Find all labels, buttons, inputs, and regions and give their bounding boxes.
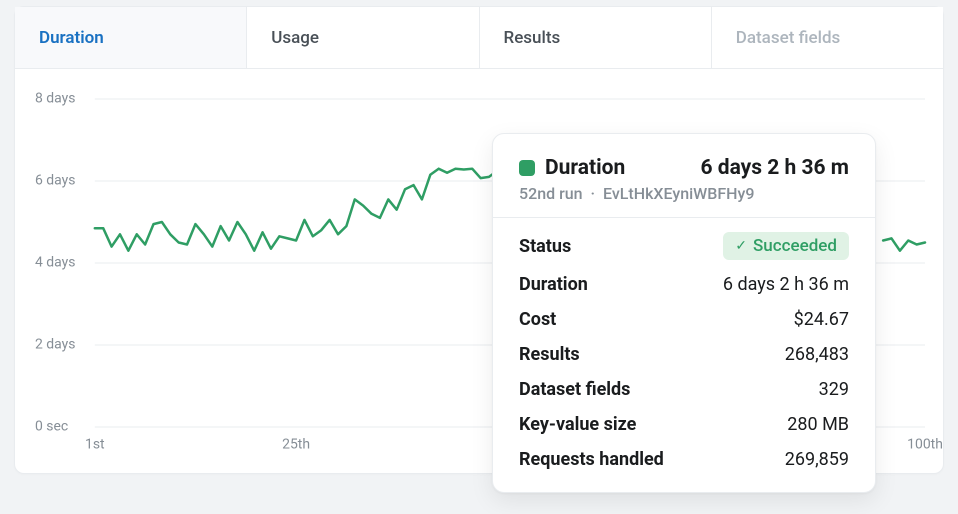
row-value: 329 <box>819 379 849 400</box>
tooltip-subtitle: 52nd run · EvLtHkXEyniWBFHy9 <box>519 184 849 203</box>
tooltip-row-dataset-fields: Dataset fields 329 <box>519 379 849 400</box>
tooltip-title: Duration <box>545 156 625 180</box>
tabs-bar: Duration Usage Results Dataset fields <box>15 7 943 69</box>
row-value: 6 days 2 h 36 m <box>723 274 849 295</box>
run-tooltip: Duration 6 days 2 h 36 m 52nd run · EvLt… <box>492 133 876 493</box>
tab-label: Duration <box>39 28 104 48</box>
tab-duration[interactable]: Duration <box>15 7 247 68</box>
row-label: Results <box>519 344 580 365</box>
row-value: 280 MB <box>787 414 849 435</box>
row-label: Cost <box>519 309 556 330</box>
row-label: Requests handled <box>519 449 664 470</box>
svg-text:100th: 100th <box>907 437 943 453</box>
svg-text:2 days: 2 days <box>35 337 75 353</box>
row-value: 268,483 <box>785 344 849 365</box>
tab-label: Results <box>504 28 561 48</box>
tooltip-row-duration: Duration 6 days 2 h 36 m <box>519 274 849 295</box>
tooltip-divider <box>493 217 875 218</box>
tooltip-header: Duration 6 days 2 h 36 m <box>519 156 849 180</box>
tooltip-row-kv-size: Key-value size 280 MB <box>519 414 849 435</box>
svg-text:8 days: 8 days <box>35 91 75 107</box>
tooltip-row-cost: Cost $24.67 <box>519 309 849 330</box>
svg-text:4 days: 4 days <box>35 255 75 271</box>
status-badge: ✓ Succeeded <box>723 232 849 260</box>
row-value: $24.67 <box>794 309 849 330</box>
svg-text:1st: 1st <box>85 437 105 453</box>
tab-results[interactable]: Results <box>480 7 712 68</box>
tooltip-run-ordinal: 52nd run <box>519 184 583 203</box>
tab-usage[interactable]: Usage <box>247 7 479 68</box>
row-value: 269,859 <box>785 449 849 470</box>
tooltip-row-results: Results 268,483 <box>519 344 849 365</box>
tooltip-headline-value: 6 days 2 h 36 m <box>700 156 849 180</box>
row-label: Key-value size <box>519 414 636 435</box>
series-color-swatch <box>519 160 535 176</box>
row-label: Duration <box>519 274 588 295</box>
stats-card: Duration Usage Results Dataset fields 0 … <box>14 6 944 474</box>
row-label: Dataset fields <box>519 379 630 400</box>
row-label: Status <box>519 236 571 257</box>
svg-text:25th: 25th <box>282 437 310 453</box>
tooltip-run-id: EvLtHkXEyniWBFHy9 <box>603 184 754 203</box>
tab-label: Usage <box>271 28 319 48</box>
svg-text:6 days: 6 days <box>35 173 75 189</box>
check-icon: ✓ <box>735 239 747 253</box>
svg-text:0 sec: 0 sec <box>35 419 68 435</box>
tooltip-row-status: Status ✓ Succeeded <box>519 232 849 260</box>
status-text: Succeeded <box>753 236 837 256</box>
tab-label: Dataset fields <box>736 28 841 48</box>
tooltip-row-requests: Requests handled 269,859 <box>519 449 849 470</box>
tab-dataset-fields[interactable]: Dataset fields <box>712 7 943 68</box>
